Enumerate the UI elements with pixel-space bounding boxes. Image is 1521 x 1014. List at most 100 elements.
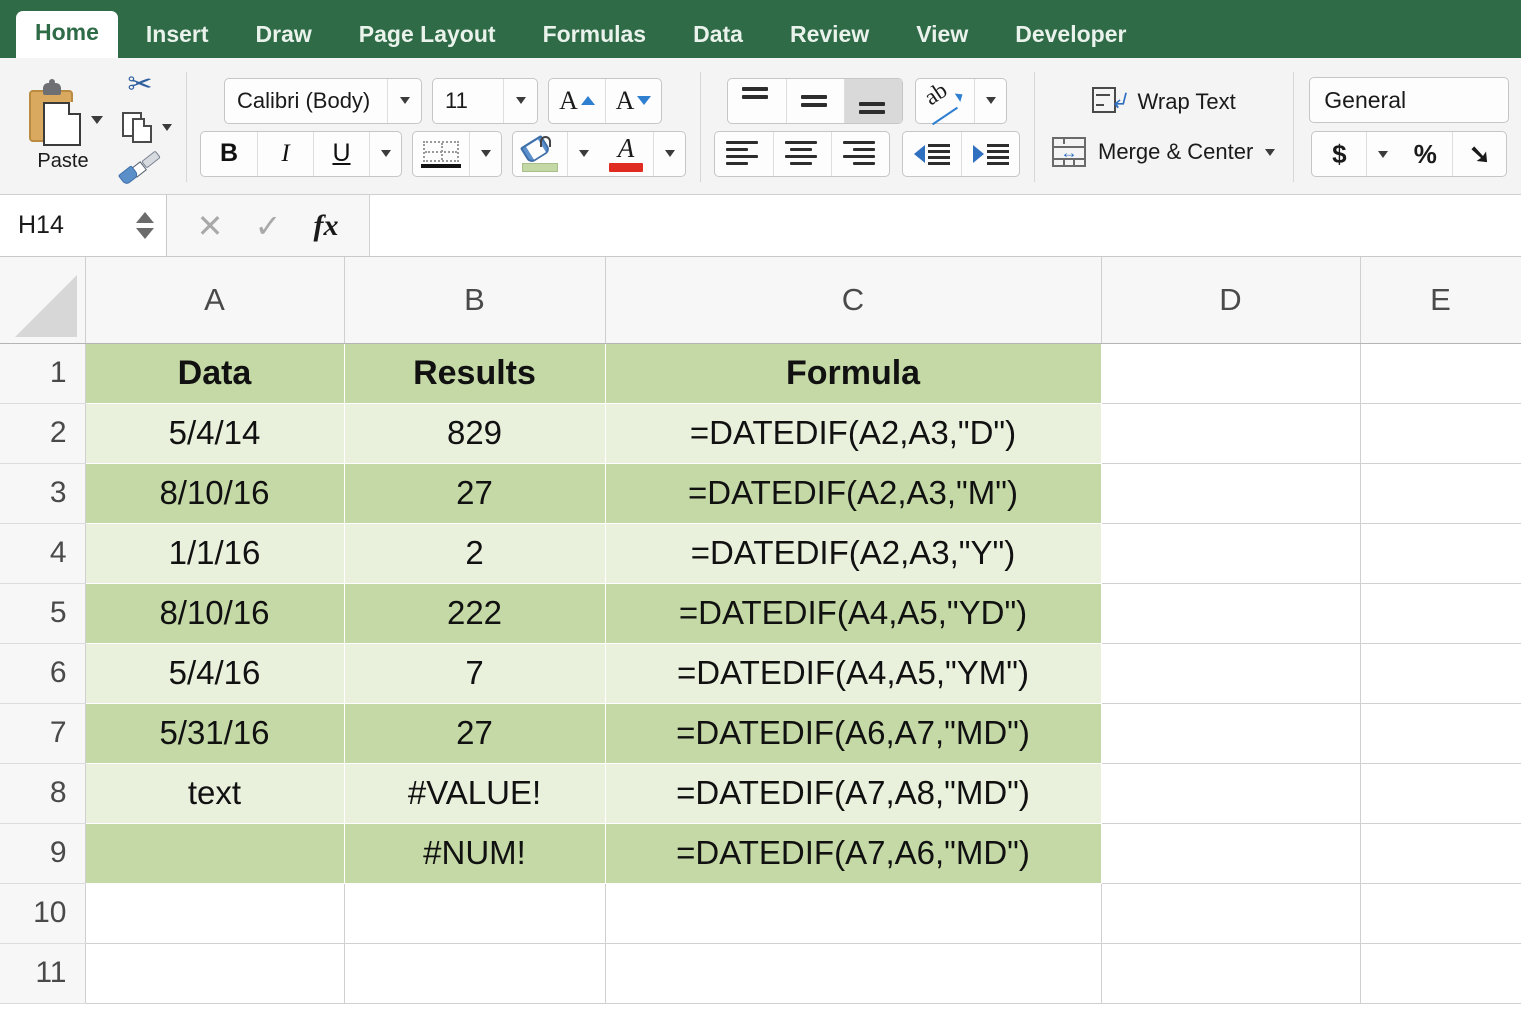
cell-C3[interactable]: =DATEDIF(A2,A3,"M") — [605, 463, 1101, 523]
tab-review[interactable]: Review — [771, 13, 888, 58]
cell-D8[interactable] — [1101, 763, 1361, 824]
align-center-button[interactable] — [773, 131, 831, 176]
row-header[interactable]: 5 — [0, 583, 86, 644]
increase-indent-button[interactable] — [961, 131, 1019, 176]
percent-button[interactable]: % — [1398, 132, 1452, 176]
chevron-down-icon[interactable] — [91, 115, 103, 124]
fill-color-button[interactable] — [513, 132, 567, 176]
cell-A2[interactable]: 5/4/14 — [85, 403, 344, 463]
cell-B1[interactable]: Results — [344, 343, 605, 403]
cell-D3[interactable] — [1101, 463, 1361, 524]
cell-D6[interactable] — [1101, 643, 1361, 704]
spinner-down-icon[interactable] — [136, 228, 154, 239]
column-header-c[interactable]: C — [605, 257, 1102, 344]
currency-button[interactable]: $ — [1312, 132, 1366, 176]
bold-button[interactable]: B — [201, 132, 257, 176]
font-size-dropdown[interactable] — [503, 78, 537, 123]
cell-B4[interactable]: 2 — [344, 523, 605, 583]
cell-E5[interactable] — [1360, 583, 1521, 644]
cell-A10[interactable] — [85, 883, 345, 944]
currency-dropdown[interactable] — [1366, 132, 1398, 176]
tab-view[interactable]: View — [897, 13, 987, 58]
merge-center-button[interactable]: ↔ Merge & Center — [1052, 127, 1276, 177]
cell-C2[interactable]: =DATEDIF(A2,A3,"D") — [605, 403, 1101, 463]
insert-function-button[interactable]: fx — [297, 209, 355, 243]
align-right-button[interactable] — [831, 131, 889, 176]
align-top-button[interactable] — [728, 79, 786, 123]
spinner-up-icon[interactable] — [136, 212, 154, 223]
underline-button[interactable]: U — [313, 131, 369, 176]
cell-A8[interactable]: text — [85, 763, 344, 823]
row-header[interactable]: 2 — [0, 403, 86, 464]
row-header[interactable]: 9 — [0, 823, 86, 884]
cell-D7[interactable] — [1101, 703, 1361, 764]
name-box-spinner[interactable] — [136, 212, 154, 239]
cell-E7[interactable] — [1360, 703, 1521, 764]
cell-C11[interactable] — [605, 943, 1102, 1004]
cell-B8[interactable]: #VALUE! — [344, 763, 605, 823]
cell-B6[interactable]: 7 — [344, 643, 605, 703]
cell-E10[interactable] — [1360, 883, 1521, 944]
row-header[interactable]: 7 — [0, 703, 86, 764]
decrease-indent-button[interactable] — [903, 132, 961, 176]
cell-B7[interactable]: 27 — [344, 703, 605, 763]
cell-B11[interactable] — [344, 943, 606, 1004]
align-left-button[interactable] — [715, 132, 773, 176]
cell-A7[interactable]: 5/31/16 — [85, 703, 344, 763]
cell-C7[interactable]: =DATEDIF(A6,A7,"MD") — [605, 703, 1101, 763]
row-header[interactable]: 10 — [0, 883, 86, 944]
format-painter-button[interactable] — [117, 149, 172, 190]
tab-insert[interactable]: Insert — [127, 13, 228, 58]
cell-B2[interactable]: 829 — [344, 403, 605, 463]
cell-C5[interactable]: =DATEDIF(A4,A5,"YD") — [605, 583, 1101, 643]
cell-E6[interactable] — [1360, 643, 1521, 704]
tab-data[interactable]: Data — [674, 13, 762, 58]
tab-draw[interactable]: Draw — [237, 13, 331, 58]
row-header[interactable]: 8 — [0, 763, 86, 824]
cell-D9[interactable] — [1101, 823, 1361, 884]
cell-E2[interactable] — [1360, 403, 1521, 464]
cell-D10[interactable] — [1101, 883, 1361, 944]
copy-button[interactable] — [118, 107, 172, 148]
cell-B3[interactable]: 27 — [344, 463, 605, 523]
cell-C9[interactable]: =DATEDIF(A7,A6,"MD") — [605, 823, 1101, 883]
cell-C4[interactable]: =DATEDIF(A2,A3,"Y") — [605, 523, 1101, 583]
font-color-button[interactable]: A — [599, 132, 653, 176]
cell-E9[interactable] — [1360, 823, 1521, 884]
merge-center-dropdown[interactable] — [1265, 148, 1276, 156]
cancel-entry-button[interactable]: ✕ — [181, 210, 239, 242]
grow-font-button[interactable]: A — [549, 79, 605, 123]
paste-button[interactable]: Paste — [14, 78, 112, 173]
cell-B9[interactable]: #NUM! — [344, 823, 605, 883]
cell-C10[interactable] — [605, 883, 1102, 944]
formula-input[interactable] — [369, 195, 1521, 256]
font-size-input[interactable]: 11 — [432, 77, 538, 124]
confirm-entry-button[interactable]: ✓ — [239, 210, 297, 242]
tab-home[interactable]: Home — [16, 11, 118, 58]
cell-B10[interactable] — [344, 883, 606, 944]
font-name-input[interactable]: Calibri (Body) — [224, 77, 422, 124]
cell-D1[interactable] — [1101, 343, 1361, 404]
cell-A1[interactable]: Data — [85, 343, 344, 403]
cell-C8[interactable]: =DATEDIF(A7,A8,"MD") — [605, 763, 1101, 823]
row-header[interactable]: 1 — [0, 343, 86, 404]
tab-page-layout[interactable]: Page Layout — [340, 13, 515, 58]
column-header-b[interactable]: B — [344, 257, 606, 344]
comma-style-button[interactable]: ➘ — [1452, 132, 1506, 176]
cell-E1[interactable] — [1360, 343, 1521, 404]
tab-formulas[interactable]: Formulas — [524, 13, 666, 58]
cell-D5[interactable] — [1101, 583, 1361, 644]
chevron-down-icon[interactable] — [162, 123, 172, 131]
font-name-dropdown[interactable] — [387, 78, 421, 123]
cell-A11[interactable] — [85, 943, 345, 1004]
column-header-d[interactable]: D — [1101, 257, 1361, 344]
cell-C6[interactable]: =DATEDIF(A4,A5,"YM") — [605, 643, 1101, 703]
cell-B5[interactable]: 222 — [344, 583, 605, 643]
cell-A3[interactable]: 8/10/16 — [85, 463, 344, 523]
text-orientation-dropdown[interactable] — [974, 78, 1006, 123]
row-header[interactable]: 4 — [0, 523, 86, 584]
cell-E11[interactable] — [1360, 943, 1521, 1004]
cell-E4[interactable] — [1360, 523, 1521, 584]
name-box[interactable]: H14 — [0, 195, 167, 256]
cell-C1[interactable]: Formula — [605, 343, 1101, 403]
